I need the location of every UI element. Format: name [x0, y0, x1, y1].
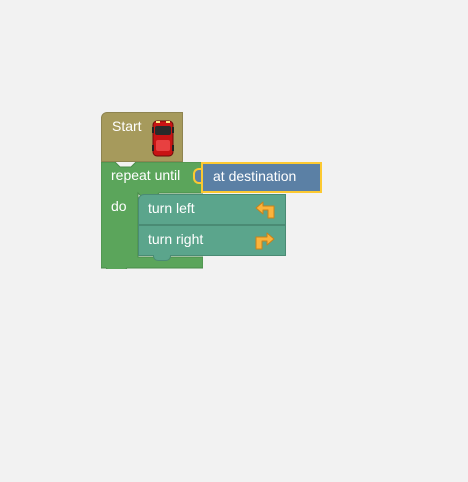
car-icon — [152, 120, 174, 157]
turn-left-label: turn left — [148, 200, 195, 216]
at-destination-label: at destination — [213, 168, 297, 184]
start-block[interactable]: Start — [101, 112, 183, 162]
turn-left-arrow-icon — [255, 201, 275, 219]
turn-left-block[interactable]: turn left — [138, 194, 286, 225]
turn-right-arrow-icon — [255, 232, 275, 250]
repeat-until-label: repeat until — [111, 167, 181, 183]
block-notch — [153, 255, 171, 261]
start-label: Start — [112, 118, 142, 134]
at-destination-block[interactable]: at destination — [201, 162, 322, 193]
turn-right-block[interactable]: turn right — [138, 225, 286, 261]
blockly-workspace[interactable]: Start repeat until do at destination tur… — [0, 0, 468, 482]
turn-right-label: turn right — [148, 231, 204, 247]
do-label: do — [111, 198, 127, 214]
